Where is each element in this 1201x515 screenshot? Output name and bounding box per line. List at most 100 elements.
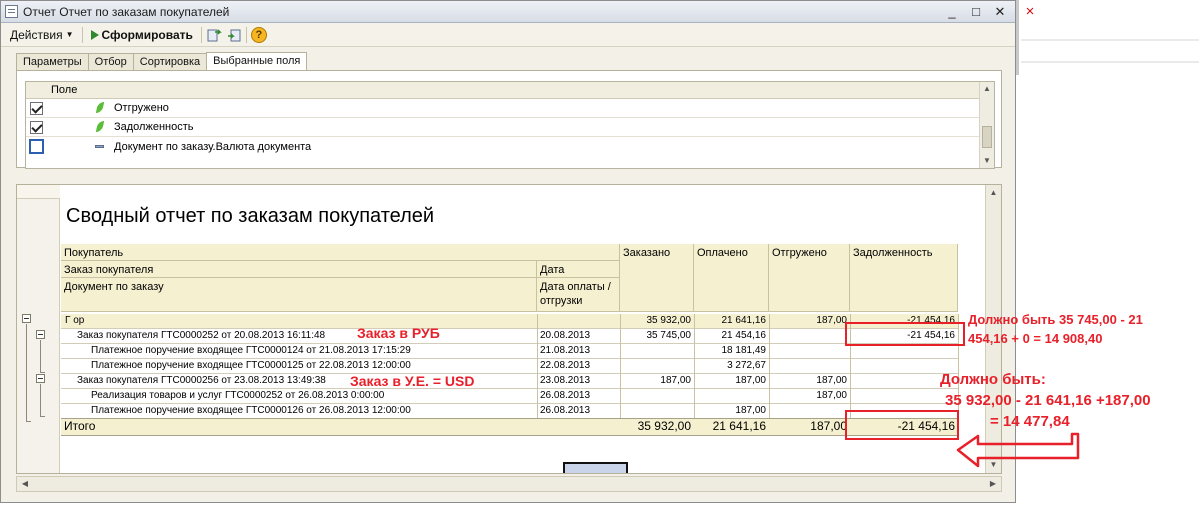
row-shipped[interactable] — [769, 344, 850, 359]
minimize-button[interactable]: _ — [941, 3, 963, 21]
field-row-shipped[interactable]: Отгружено — [26, 99, 994, 118]
column-divider — [694, 314, 695, 419]
header-date: Дата — [537, 261, 620, 278]
checkbox-shipped[interactable] — [30, 101, 43, 115]
annotation-box-total — [845, 410, 959, 440]
row-name[interactable]: Заказ покупателя ГТС0000252 от 20.08.201… — [61, 329, 537, 344]
close-button[interactable]: ✕ — [989, 3, 1011, 21]
annotation-note2-line2: 35 932,00 - 21 641,16 +187,00 — [945, 392, 1151, 409]
field-row-debt[interactable]: Задолженность — [26, 118, 994, 137]
checkbox-debt[interactable] — [30, 120, 43, 134]
row-paid[interactable]: 18 181,49 — [694, 344, 769, 359]
row-paid[interactable]: 21 641,16 — [694, 314, 769, 329]
scroll-thumb[interactable] — [982, 126, 992, 148]
row-shipped[interactable] — [769, 359, 850, 374]
field-leaf-icon — [95, 121, 105, 133]
row-date[interactable]: 26.08.2013 — [537, 404, 620, 419]
window-title: Отчет Отчет по заказам покупателей — [23, 4, 230, 19]
tree-line — [26, 324, 27, 421]
toolbar-separator — [81, 26, 83, 43]
header-buyer: Покупатель — [61, 244, 620, 261]
row-debt[interactable] — [850, 389, 958, 404]
help-button[interactable]: ? — [250, 26, 267, 43]
row-shipped[interactable] — [769, 404, 850, 419]
scroll-down-icon[interactable]: ▼ — [980, 154, 994, 168]
field-list-scrollbar[interactable]: ▲ ▼ — [979, 82, 994, 168]
row-ordered[interactable]: 35 932,00 — [620, 314, 694, 329]
row-ordered[interactable]: 35 745,00 — [620, 329, 694, 344]
row-ordered[interactable] — [620, 344, 694, 359]
row-name[interactable]: Реализация товаров и услуг ГТС0000252 от… — [61, 389, 537, 404]
row-shipped[interactable]: 187,00 — [769, 314, 850, 329]
row-name[interactable]: Платежное поручение входящее ГТС0000124 … — [61, 344, 537, 359]
row-paid[interactable]: 3 272,67 — [694, 359, 769, 374]
actions-menu-button[interactable]: Действия ▼ — [6, 26, 78, 44]
play-icon — [90, 29, 99, 40]
row-name[interactable]: Г ор — [61, 314, 537, 329]
generate-button[interactable]: Сформировать — [87, 26, 197, 44]
selection-marker — [563, 462, 628, 473]
annotation-note1-line1: Должно быть 35 745,00 - 21 — [968, 312, 1143, 327]
total-shipped: 187,00 — [769, 419, 850, 435]
generate-label: Сформировать — [101, 27, 193, 42]
scroll-right-icon[interactable]: ▶ — [985, 477, 1001, 491]
row-ordered[interactable]: 187,00 — [620, 374, 694, 389]
row-name[interactable]: Платежное поручение входящее ГТС0000126 … — [61, 404, 537, 419]
tab-selected-fields[interactable]: Выбранные поля — [206, 52, 308, 70]
restore-settings-button[interactable] — [226, 27, 242, 43]
save-settings-button[interactable] — [206, 27, 222, 43]
total-bottom-line — [61, 435, 958, 436]
scroll-left-icon[interactable]: ◀ — [17, 477, 33, 491]
row-ordered[interactable] — [620, 404, 694, 419]
collapse-group-icon[interactable] — [22, 314, 31, 323]
row-date[interactable] — [537, 314, 620, 329]
chevron-down-icon: ▼ — [65, 30, 74, 39]
tree-line — [40, 384, 41, 416]
row-ordered[interactable] — [620, 359, 694, 374]
row-debt[interactable] — [850, 344, 958, 359]
row-date[interactable]: 20.08.2013 — [537, 329, 620, 344]
row-date[interactable]: 23.08.2013 — [537, 374, 620, 389]
field-list: Поле Отгружено Задолженность Документ по… — [25, 81, 995, 169]
annotation-box-order — [845, 322, 965, 346]
header-order: Заказ покупателя — [61, 261, 537, 278]
row-date[interactable]: 21.08.2013 — [537, 344, 620, 359]
row-shipped[interactable]: 187,00 — [769, 374, 850, 389]
header-debt: Задолженность — [850, 244, 958, 312]
row-paid[interactable]: 187,00 — [694, 404, 769, 419]
restore-settings-icon — [227, 29, 241, 41]
field-label: Документ по заказу.Валюта документа — [114, 140, 312, 153]
tree-line — [40, 340, 41, 372]
header-shipped: Отгружено — [769, 244, 850, 312]
row-paid[interactable]: 21 454,16 — [694, 329, 769, 344]
column-divider — [537, 314, 538, 419]
annotation-rub: Заказ в РУБ — [357, 325, 440, 341]
annotation-usd: Заказ в У.Е. = USD — [350, 373, 475, 389]
field-column-header[interactable]: Поле — [26, 82, 994, 99]
row-date[interactable]: 22.08.2013 — [537, 359, 620, 374]
report-horizontal-scrollbar[interactable]: ◀ ▶ — [16, 476, 1002, 492]
checkbox-currency[interactable] — [29, 139, 44, 154]
row-ordered[interactable] — [620, 389, 694, 404]
row-shipped[interactable] — [769, 329, 850, 344]
title-bar[interactable]: Отчет Отчет по заказам покупателей _ □ ✕ — [1, 1, 1015, 23]
tab-parameters[interactable]: Параметры — [16, 53, 89, 70]
tree-line — [26, 421, 31, 422]
group-gutter — [17, 185, 60, 473]
row-shipped[interactable]: 187,00 — [769, 389, 850, 404]
row-paid[interactable]: 187,00 — [694, 374, 769, 389]
maximize-button[interactable]: □ — [965, 3, 987, 21]
collapse-order-icon[interactable] — [36, 330, 45, 339]
tab-sorting[interactable]: Сортировка — [132, 53, 208, 70]
field-row-currency[interactable]: Документ по заказу.Валюта документа — [26, 137, 994, 156]
row-date[interactable]: 26.08.2013 — [537, 389, 620, 404]
actions-label: Действия — [10, 27, 63, 42]
collapse-order-icon[interactable] — [36, 374, 45, 383]
scroll-up-icon[interactable]: ▲ — [980, 82, 994, 96]
document-icon — [5, 5, 18, 18]
total-ordered: 35 932,00 — [620, 419, 694, 435]
row-paid[interactable] — [694, 389, 769, 404]
scroll-up-icon[interactable]: ▲ — [986, 185, 1001, 201]
tab-filter[interactable]: Отбор — [87, 53, 134, 70]
field-attribute-icon — [95, 141, 105, 153]
